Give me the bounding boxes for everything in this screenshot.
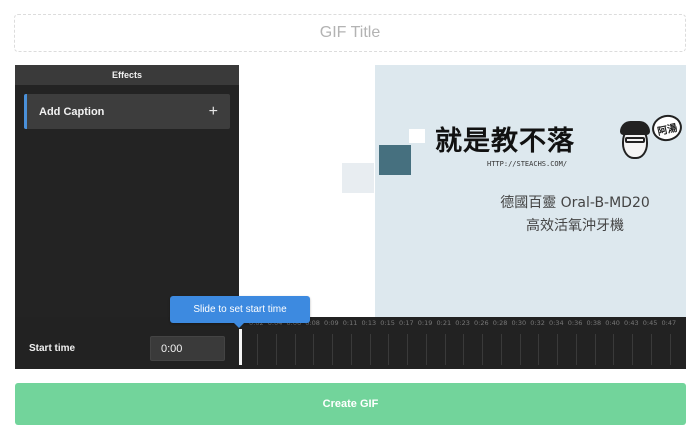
start-time-input[interactable]: [150, 336, 225, 361]
decor-square: [379, 145, 411, 175]
timeline-tick: [557, 334, 558, 365]
timeline-tick-label: 0:09: [324, 319, 339, 327]
avatar-hair: [620, 121, 650, 135]
timeline-tick-label: 0:11: [342, 319, 358, 327]
start-time-controls: Start time 0:020:040:060:080:090:110:130…: [15, 317, 686, 369]
decor-square: [409, 129, 425, 143]
timeline-tick: [444, 334, 446, 365]
tooltip-arrow: [234, 323, 244, 328]
timeline-tick: [519, 334, 521, 365]
timeline-tick: [632, 334, 633, 365]
timeline-track[interactable]: 0:02 0:04 0:06 0:08 0:09 0:11 0:13 0:15 0:17 0:19…: [239, 317, 686, 369]
timeline-tick: [463, 334, 465, 365]
timeline-tick-label: 0:26: [474, 319, 489, 327]
timeline-tick-label: 0:21: [436, 319, 452, 327]
timeline-tick-label: 0:13: [361, 319, 377, 327]
timeline-ticks: 0:02 0:04 0:06 0:08 0:09 0:11 0:13 0:15 0:17 0:19…: [239, 317, 686, 369]
timeline-tick-label: 0:38: [586, 319, 602, 327]
timeline-tick-label: 0:43: [624, 319, 639, 327]
timeline-tick: [313, 334, 315, 365]
effects-sidebar: Effects Add Caption +: [15, 65, 239, 317]
gif-title-input[interactable]: [15, 15, 685, 51]
gif-maker: Effects Add Caption + 就是教不落 HTTP://STEAC…: [0, 0, 700, 432]
create-gif-button[interactable]: Create GIF: [15, 383, 686, 425]
start-time-label: Start time: [29, 343, 76, 354]
timeline-tick-label: 0:40: [605, 319, 620, 327]
timeline-tick: [669, 334, 671, 365]
timeline-tick-label: 0:47: [661, 319, 677, 327]
timeline-tick: [407, 334, 408, 365]
video-frame: [375, 65, 686, 317]
timeline-tick-label: 0:23: [455, 319, 470, 327]
timeline-tick-label: 0:28: [492, 319, 508, 327]
banner-url: HTTP://STEACHS.COM/: [487, 160, 568, 168]
tooltip-text: Slide to set start time: [193, 304, 287, 315]
timeline-tick: [369, 334, 371, 365]
caption-line-1: 德國百靈 Oral-B-MD20: [500, 195, 650, 211]
slider-tooltip: Slide to set start time: [170, 296, 310, 328]
timeline-tick: [388, 334, 390, 365]
timeline-tick-label: 0:36: [567, 319, 583, 327]
timeline-tick: [425, 334, 427, 365]
timeline-tick-label: 0:30: [511, 319, 527, 327]
timeline-tick: [482, 334, 483, 365]
timeline-tick: [575, 334, 577, 365]
timeline-tick-label: 0:45: [642, 319, 658, 327]
timeline-tick-label: 0:17: [399, 319, 414, 327]
timeline-tick: [594, 334, 596, 365]
decor-square: [342, 163, 374, 193]
timeline-tick: [257, 334, 258, 365]
timeline-tick: [332, 334, 333, 365]
avatar-glasses: [625, 137, 645, 143]
start-time-slider-handle[interactable]: [239, 329, 242, 365]
timeline-tick: [538, 334, 540, 365]
timeline-tick: [350, 334, 352, 365]
add-caption-button[interactable]: Add Caption +: [24, 94, 230, 129]
gif-editor: Effects Add Caption + 就是教不落 HTTP://STEAC…: [15, 65, 686, 369]
timeline-tick: [650, 334, 652, 365]
banner-title: 就是教不落: [435, 126, 575, 157]
plus-icon: +: [208, 102, 218, 120]
timeline-tick-label: 0:34: [549, 319, 564, 327]
timeline-tick-label: 0:32: [530, 319, 545, 327]
timeline-tick: [294, 334, 296, 365]
caption-line-2: 高效活氧沖牙機: [526, 218, 624, 234]
timeline-tick-label: 0:15: [380, 319, 395, 327]
timeline-tick-label: 0:19: [417, 319, 433, 327]
timeline-tick: [275, 334, 277, 365]
gif-title-field[interactable]: [14, 14, 686, 52]
effects-header: Effects: [15, 65, 239, 85]
video-preview: 就是教不落 HTTP://STEACHS.COM/ 阿湯 德國百靈 Oral-B…: [239, 65, 686, 317]
add-caption-label: Add Caption: [39, 105, 105, 118]
timeline-tick: [500, 334, 502, 365]
timeline-tick: [613, 334, 615, 365]
